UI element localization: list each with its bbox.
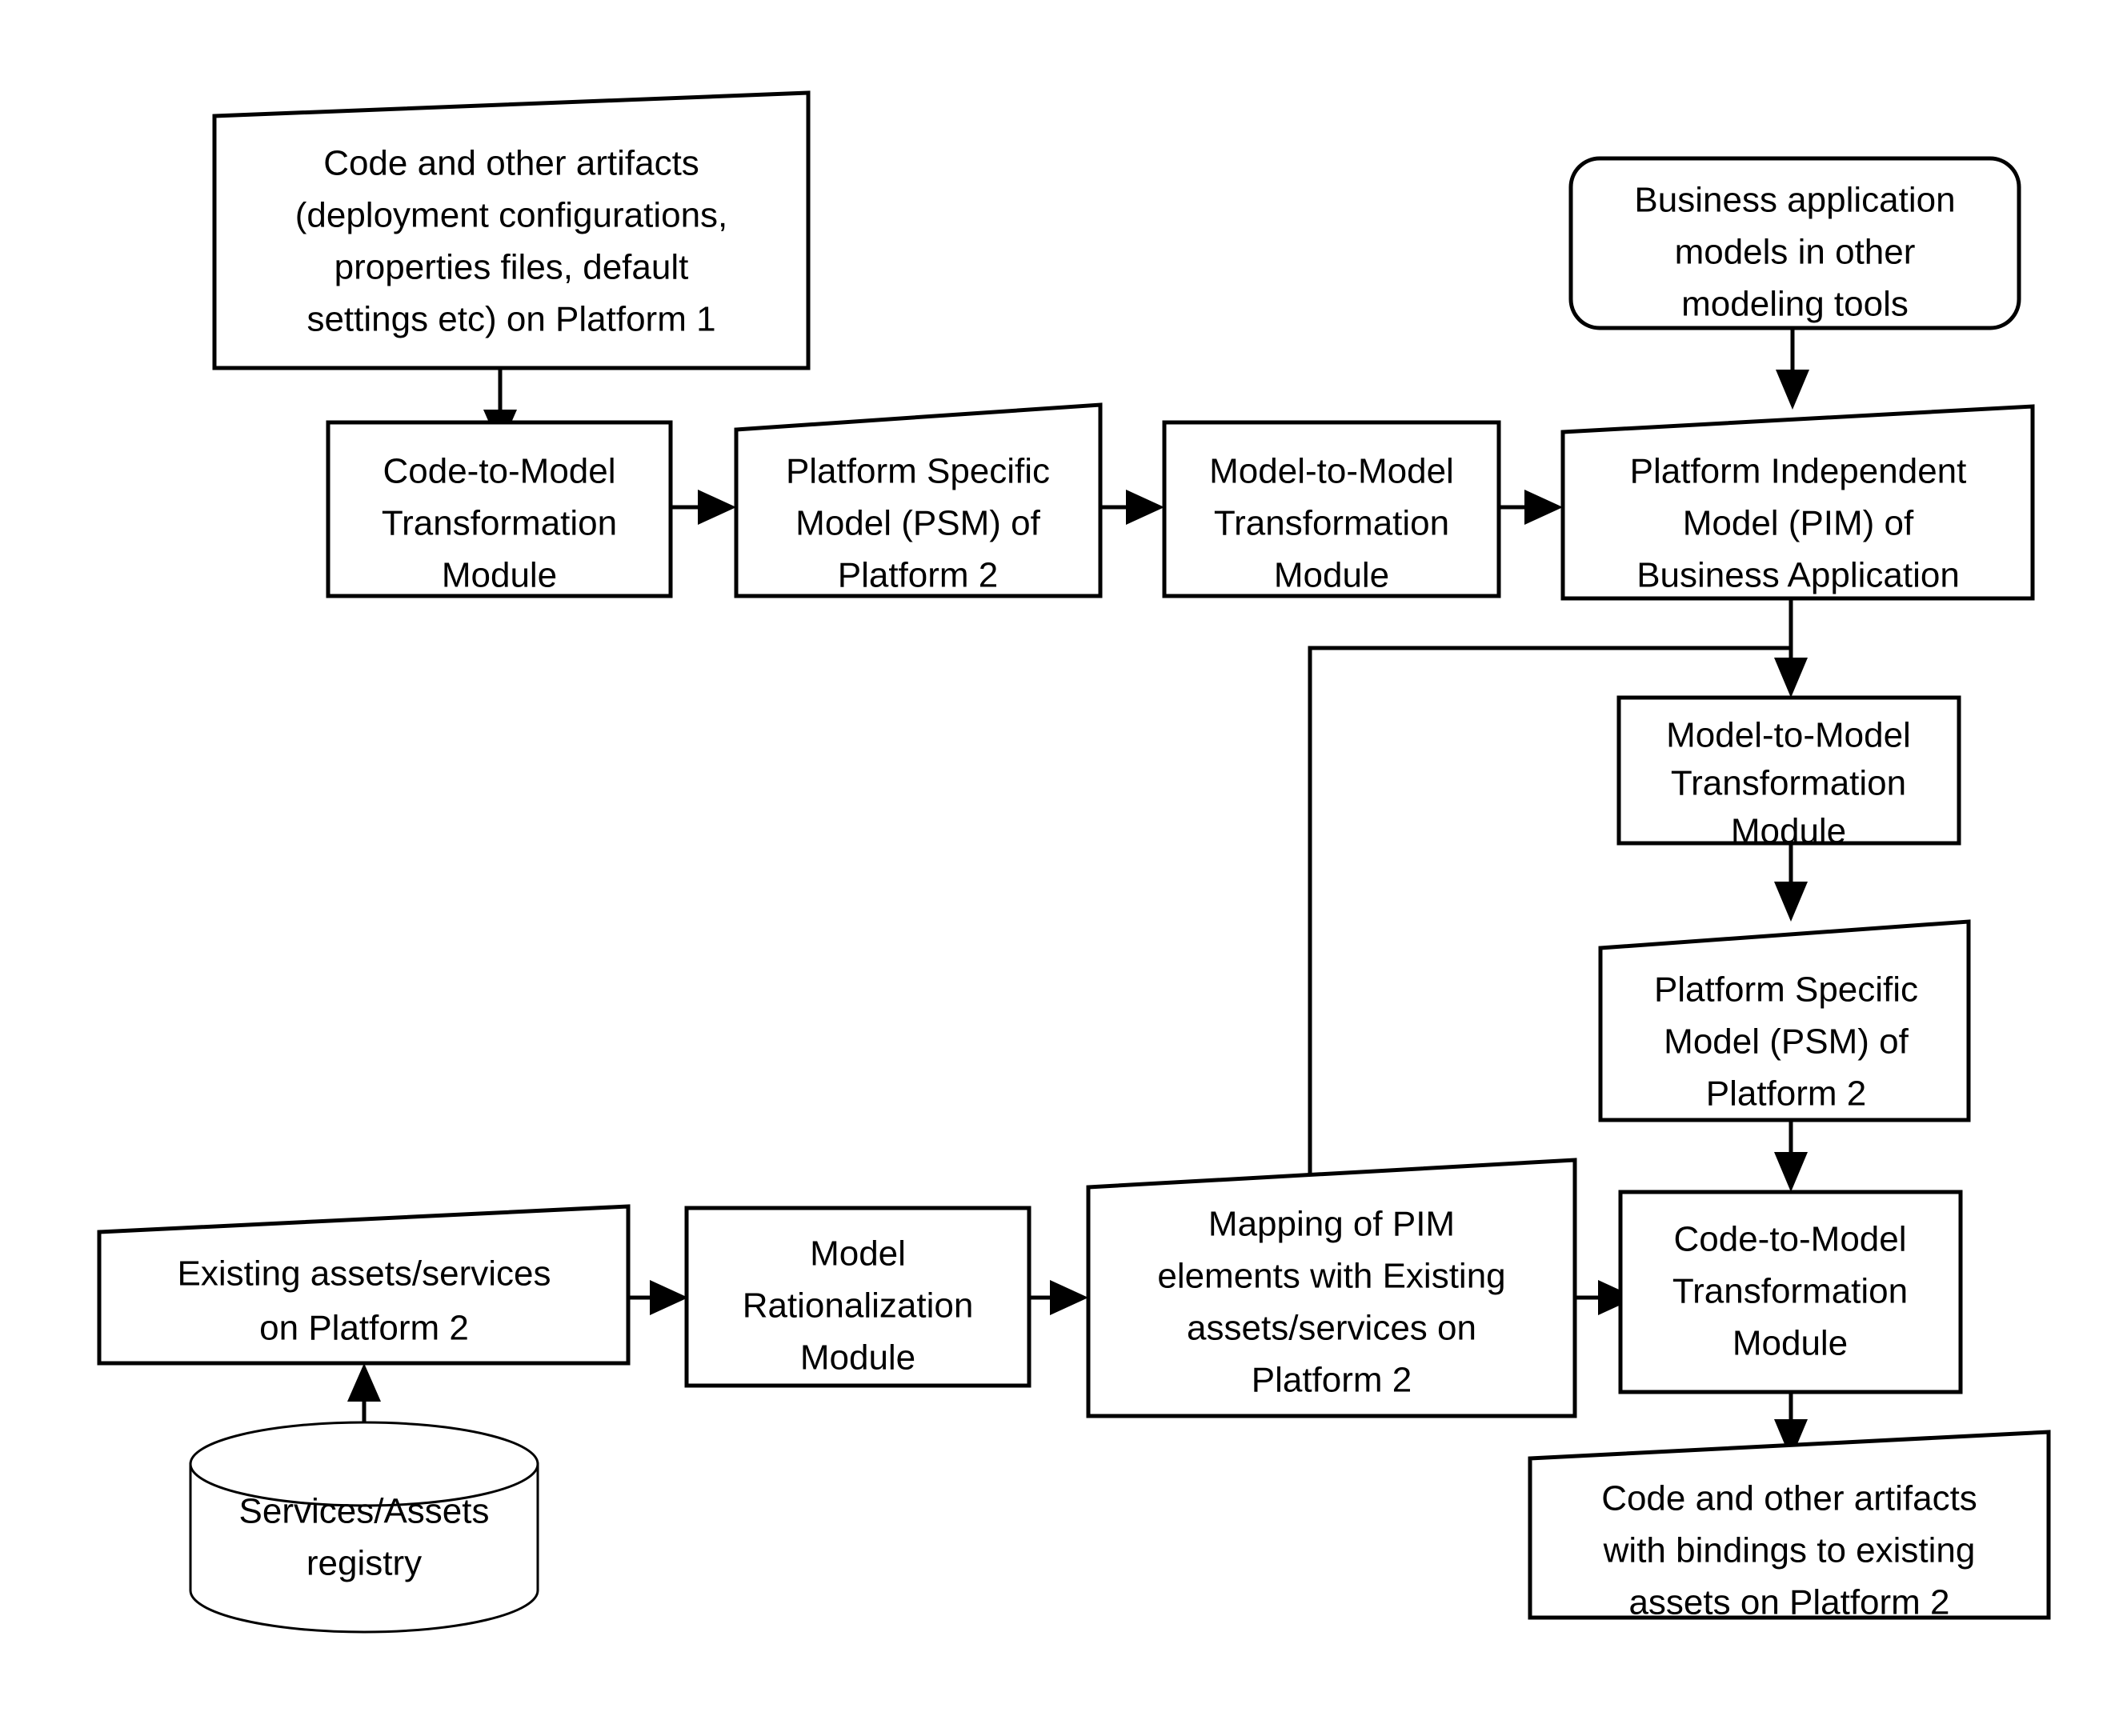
code-and-other-artifacts-platform1: Code and other artifacts (deployment con… xyxy=(212,90,811,370)
node-label-line: Code and other artifacts xyxy=(323,144,699,183)
node-label-line: Existing assets/services xyxy=(177,1254,551,1294)
node-label-line: with bindings to existing xyxy=(1603,1531,1976,1570)
node-label-line: Module xyxy=(1274,556,1389,595)
edge-psm-1-to-model-to-model-1 xyxy=(1100,490,1164,525)
migration-workflow-diagram: Code and other artifacts (deployment con… xyxy=(0,0,2111,1736)
node-label-line: modeling tools xyxy=(1681,285,1909,324)
node-label-line: Transformation xyxy=(1214,504,1449,543)
node-label-line: registry xyxy=(306,1544,422,1583)
node-label-line: Platform Independent xyxy=(1630,452,1967,491)
node-label-line: Module xyxy=(800,1338,915,1378)
platform-specific-model-platform2-1: Platform Specific Model (PSM) of Platfor… xyxy=(734,402,1103,598)
mapping-of-pim-elements: Mapping of PIM elements with Existing as… xyxy=(1086,1158,1577,1418)
edge-model-rationalization-to-mapping-pim xyxy=(1028,1280,1088,1315)
node-label-line: properties files, default xyxy=(334,248,689,287)
node-label-line: Module xyxy=(1732,1324,1848,1363)
node-label-line: Platform 2 xyxy=(1252,1361,1412,1400)
node-label-line: Platform 2 xyxy=(1706,1074,1867,1114)
node-label-line: Code and other artifacts xyxy=(1601,1479,1977,1518)
node-label-line: Business Application xyxy=(1636,556,1960,595)
node-label-line: Rationalization xyxy=(743,1286,974,1326)
node-label-line: Model-to-Model xyxy=(1666,716,1911,755)
edge-psm-2-to-code-to-model-2 xyxy=(1774,1120,1808,1192)
edge-model-to-model-2-to-psm-2 xyxy=(1774,843,1808,922)
node-label-line: Model (PSM) of xyxy=(795,504,1040,543)
node-label-line: Services/Assets xyxy=(239,1492,490,1531)
existing-assets-services-platform2: Existing assets/services on Platform 2 xyxy=(97,1204,631,1366)
code-to-model-transformation-module-1: Code-to-Model Transformation Module xyxy=(326,420,673,598)
edge-existing-assets-to-model-rationalization xyxy=(628,1280,688,1315)
model-rationalization-module: Model Rationalization Module xyxy=(684,1206,1031,1388)
business-application-models-other-tools: Business application models in other mod… xyxy=(1568,156,2021,330)
node-label-line: models in other xyxy=(1675,233,1916,272)
model-to-model-transformation-module-2: Model-to-Model Transformation Module xyxy=(1616,695,1961,851)
node-label-line: Mapping of PIM xyxy=(1208,1205,1455,1244)
node-label-line: Business application xyxy=(1634,181,1955,220)
edge-code-to-model-1-to-psm-1 xyxy=(671,490,736,525)
node-label-line: Code-to-Model xyxy=(383,452,615,491)
node-label-line: Model-to-Model xyxy=(1209,452,1454,491)
node-label-line: (deployment configurations, xyxy=(295,196,728,235)
node-label-line: Code-to-Model xyxy=(1673,1220,1906,1259)
platform-independent-model-business-application: Platform Independent Model (PIM) of Busi… xyxy=(1560,404,2035,601)
node-label-line: Model (PSM) of xyxy=(1664,1022,1909,1062)
node-label-line: on Platform 2 xyxy=(259,1309,469,1348)
node-label-line: Platform Specific xyxy=(1654,970,1918,1010)
model-to-model-transformation-module-1: Model-to-Model Transformation Module xyxy=(1162,420,1501,598)
platform-specific-model-platform2-2: Platform Specific Model (PSM) of Platfor… xyxy=(1598,919,1971,1122)
node-label-line: Platform 2 xyxy=(838,556,999,595)
edge-model-to-model-1-to-pim xyxy=(1499,490,1563,525)
node-label-line: Platform Specific xyxy=(786,452,1050,491)
node-label-line: Model (PIM) of xyxy=(1683,504,1914,543)
node-label-line: assets/services on xyxy=(1187,1309,1476,1348)
node-label-line: Transformation xyxy=(1671,764,1906,803)
node-label-line: Module xyxy=(1731,812,1846,851)
code-to-model-transformation-module-2: Code-to-Model Transformation Module xyxy=(1618,1190,1963,1394)
node-label-line: settings etc) on Platform 1 xyxy=(306,300,715,339)
services-assets-registry: Services/Assets registry xyxy=(189,1421,539,1634)
node-label-line: elements with Existing xyxy=(1157,1257,1505,1296)
node-label-line: Module xyxy=(442,556,557,595)
code-and-other-artifacts-with-bindings: Code and other artifacts with bindings t… xyxy=(1528,1430,2051,1622)
edge-business-app-models-to-pim xyxy=(1776,330,1809,410)
node-label-line: Transformation xyxy=(1672,1272,1908,1311)
node-label-line: Model xyxy=(810,1234,906,1274)
node-label-line: Transformation xyxy=(382,504,617,543)
node-label-line: assets on Platform 2 xyxy=(1628,1583,1949,1622)
